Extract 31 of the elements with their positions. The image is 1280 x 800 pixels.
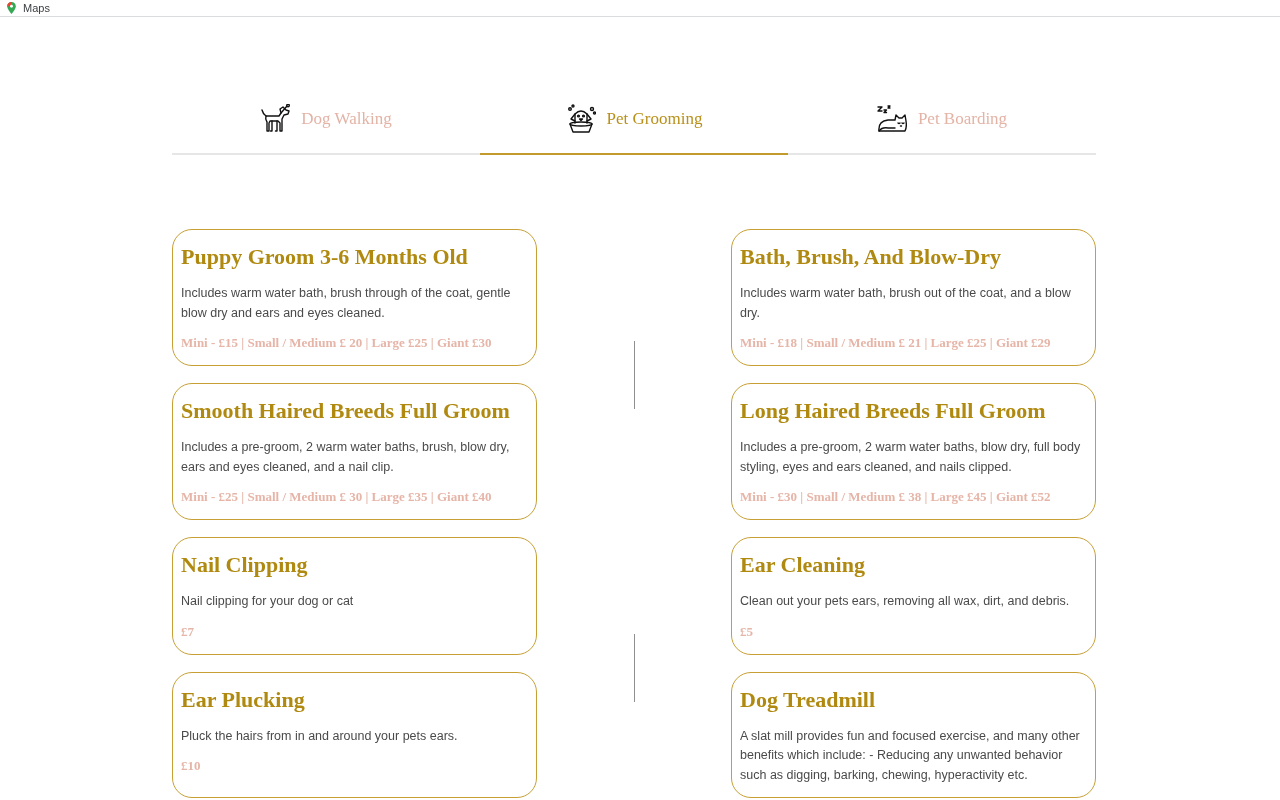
service-description: Includes warm water bath, brush through of the coat, gentle blow dry and ears and eyes cleaned. — [181, 285, 512, 322]
service-description: Includes a pre-groom, 2 warm water baths, blow dry, full body styling, eyes and ears cleaned, and nails clipped. — [740, 439, 1082, 476]
service-title: Smooth Haired Breeds Full Groom — [181, 397, 510, 425]
service-description: Nail clipping for your dog or cat — [181, 593, 354, 610]
service-title: Ear Plucking — [181, 685, 305, 714]
service-description: Includes warm water bath, brush out of the coat, and a blow dry. — [740, 285, 1072, 322]
service-description: Clean out your pets ears, removing all wax, dirt, and debris. — [740, 593, 1070, 610]
service-title: Long Haired Breeds Full Groom — [740, 397, 1046, 425]
service-title: Nail Clipping — [181, 551, 308, 579]
bookmark-link[interactable]: Maps — [7, 1, 50, 15]
service-title: Bath, Brush, And Blow-Dry — [740, 243, 1001, 271]
service-price: Mini - £30 | Small / Medium £ 38 | Large £45 | Giant £52 — [740, 488, 1051, 506]
sleeping-cat-icon — [876, 103, 907, 134]
service-description: Includes a pre-groom, 2 warm water baths, brush, blow dry, ears and eyes cleaned, and a nail clip. — [181, 439, 511, 476]
tab[interactable]: Pet Grooming — [480, 84, 788, 155]
tab[interactable]: Dog Walking — [172, 84, 480, 155]
service-price: Mini - £18 | Small / Medium £ 21 | Large £25 | Giant £29 — [740, 334, 1051, 352]
service-description: A slat mill provides fun and focused exercise, and many other benefits which include: - Reducing any unwanted behavior such as digging, barking, chewing, hyperactivity etc. — [740, 727, 1081, 784]
service-price: £10 — [181, 757, 201, 775]
service-title: Puppy Groom 3-6 Months Old — [181, 243, 468, 271]
map-pin-icon — [7, 2, 16, 14]
service-price: Mini - £15 | Small / Medium £ 20 | Large £25 | Giant £30 — [181, 334, 492, 352]
service-description: Pluck the hairs from in and around your pets ears. — [181, 727, 458, 745]
tab[interactable]: Pet Boarding — [788, 84, 1096, 155]
dog-in-tub-icon — [565, 103, 596, 134]
service-title: Dog Treadmill — [740, 685, 876, 714]
service-price: £7 — [181, 622, 194, 641]
service-title: Ear Cleaning — [740, 551, 865, 579]
service-price: £5 — [740, 622, 753, 641]
dog-on-leash-icon — [260, 103, 291, 134]
service-price: Mini - £25 | Small / Medium £ 30 | Large £35 | Giant £40 — [181, 488, 492, 506]
